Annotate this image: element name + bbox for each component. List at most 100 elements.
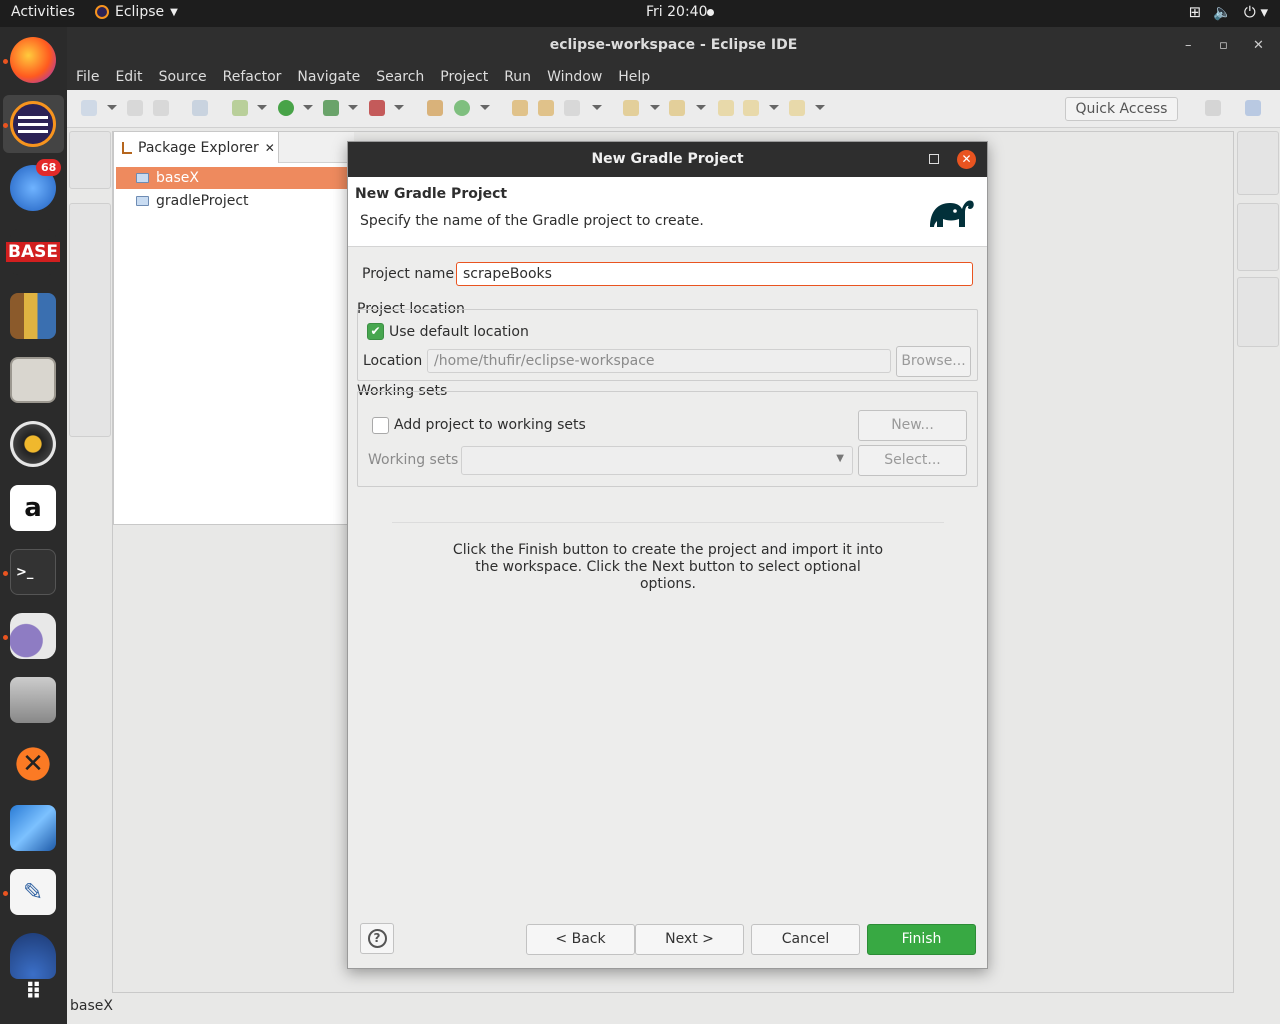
system-tray[interactable]: ⊞ 🔈 ⏻ ▾ xyxy=(1189,3,1268,21)
minimize-icon[interactable]: – xyxy=(1185,27,1192,64)
running-indicator xyxy=(3,59,8,64)
external-tools-dropdown-icon[interactable] xyxy=(394,105,404,110)
next-button[interactable]: Next > xyxy=(635,924,744,955)
run-icon[interactable] xyxy=(278,100,294,116)
menu-navigate[interactable]: Navigate xyxy=(297,64,360,90)
java-perspective-icon[interactable] xyxy=(1245,100,1261,116)
search-dropdown-icon[interactable] xyxy=(592,105,602,110)
back-dropdown-icon[interactable] xyxy=(769,105,779,110)
save-all-icon[interactable] xyxy=(153,100,169,116)
external-tools-icon[interactable] xyxy=(369,100,385,116)
menu-file[interactable]: File xyxy=(76,64,99,90)
dialog-maximize-icon[interactable] xyxy=(929,154,939,164)
right-trim-stack-1 xyxy=(1237,131,1279,195)
new-java-class-icon[interactable] xyxy=(454,100,470,116)
forward-dropdown-icon[interactable] xyxy=(815,105,825,110)
last-edit-icon[interactable] xyxy=(718,100,734,116)
prev-annotation-dropdown-icon[interactable] xyxy=(696,105,706,110)
network-icon[interactable]: ⊞ xyxy=(1189,3,1202,21)
amazon-icon[interactable]: a xyxy=(10,485,56,531)
app-menu[interactable]: Eclipse ▼ xyxy=(95,4,178,20)
volume-icon[interactable]: 🔈 xyxy=(1213,3,1232,21)
project-name-input[interactable]: scrapeBooks xyxy=(456,262,973,286)
tree-item-label: baseX xyxy=(156,170,199,186)
rhythmbox-icon[interactable] xyxy=(10,421,56,467)
virtualbox-icon[interactable] xyxy=(10,805,56,851)
run-dropdown-icon[interactable] xyxy=(303,105,313,110)
new-java-package-icon[interactable] xyxy=(427,100,443,116)
window-titlebar: eclipse-workspace - Eclipse IDE – ▫ ✕ xyxy=(67,27,1280,64)
next-annotation-dropdown-icon[interactable] xyxy=(650,105,660,110)
maximize-icon[interactable]: ▫ xyxy=(1219,27,1228,64)
open-type-icon[interactable] xyxy=(512,100,528,116)
menu-search[interactable]: Search xyxy=(376,64,424,90)
location-input[interactable]: /home/thufir/eclipse-workspace xyxy=(427,349,891,373)
power-icon[interactable]: ⏻ ▾ xyxy=(1244,3,1268,21)
menu-help[interactable]: Help xyxy=(618,64,650,90)
terminal-icon[interactable]: >_ xyxy=(10,549,56,595)
working-sets-combo[interactable]: ▼ xyxy=(461,446,853,475)
next-annotation-icon[interactable] xyxy=(623,100,639,116)
prev-annotation-icon[interactable] xyxy=(669,100,685,116)
menu-refactor[interactable]: Refactor xyxy=(223,64,282,90)
coverage-dropdown-icon[interactable] xyxy=(348,105,358,110)
menu-edit[interactable]: Edit xyxy=(115,64,142,90)
back-button[interactable]: < Back xyxy=(526,924,635,955)
menu-window[interactable]: Window xyxy=(547,64,602,90)
coverage-icon[interactable] xyxy=(323,100,339,116)
installer-icon[interactable] xyxy=(10,677,56,723)
debug-dropdown-icon[interactable] xyxy=(257,105,267,110)
cancel-button[interactable]: Cancel xyxy=(751,924,860,955)
show-apps-icon[interactable]: ⠿ xyxy=(10,969,56,1015)
chevron-down-icon: ▼ xyxy=(836,453,844,464)
new-icon[interactable] xyxy=(81,100,97,116)
calibre-icon[interactable] xyxy=(10,293,56,339)
open-task-icon[interactable] xyxy=(538,100,554,116)
close-icon[interactable]: ✕ xyxy=(1253,27,1264,64)
browse-button[interactable]: Browse... xyxy=(896,346,971,377)
firefox-icon[interactable] xyxy=(10,37,56,83)
finish-button[interactable]: Finish xyxy=(867,924,976,955)
eclipse-icon[interactable] xyxy=(10,101,56,147)
menu-project[interactable]: Project xyxy=(440,64,488,90)
select-working-sets-button[interactable]: Select... xyxy=(858,445,967,476)
new-dropdown-icon[interactable] xyxy=(107,105,117,110)
skip-breakpoints-icon[interactable] xyxy=(192,100,208,116)
save-icon[interactable] xyxy=(127,100,143,116)
location-label: Location xyxy=(363,353,423,369)
forward-icon[interactable] xyxy=(789,100,805,116)
status-text: baseX xyxy=(70,998,113,1014)
debug-icon[interactable] xyxy=(232,100,248,116)
open-perspective-icon[interactable] xyxy=(1205,100,1221,116)
right-trim-stack-2 xyxy=(1237,203,1279,271)
dialog-header-description: Specify the name of the Gradle project t… xyxy=(360,213,704,229)
clock[interactable]: Fri 20:40 xyxy=(646,4,707,20)
back-icon[interactable] xyxy=(743,100,759,116)
basex-icon[interactable]: BASE xyxy=(6,229,60,275)
pidgin-icon[interactable] xyxy=(10,613,56,659)
left-trim-stack-1 xyxy=(69,131,111,189)
close-tab-icon[interactable]: ✕ xyxy=(265,141,275,155)
quick-access-input[interactable]: Quick Access xyxy=(1065,97,1178,121)
xampp-icon[interactable]: ✕ xyxy=(10,741,56,787)
tree-item-basex[interactable]: baseX xyxy=(116,167,350,189)
menu-run[interactable]: Run xyxy=(504,64,531,90)
running-indicator xyxy=(3,891,8,896)
tab-package-explorer[interactable]: Package Explorer ✕ xyxy=(114,132,279,163)
activities-button[interactable]: Activities xyxy=(11,4,75,20)
help-button[interactable]: ? xyxy=(360,923,394,954)
project-name-label: Project name xyxy=(362,266,455,282)
tree-item-label: gradleProject xyxy=(156,193,249,209)
use-default-location-label: Use default location xyxy=(389,324,529,340)
dialog-close-icon[interactable]: ✕ xyxy=(957,150,976,169)
dialog-titlebar: New Gradle Project xyxy=(348,142,987,177)
text-editor-icon[interactable]: ✎ xyxy=(10,869,56,915)
menu-source[interactable]: Source xyxy=(159,64,207,90)
new-working-set-button[interactable]: New... xyxy=(858,410,967,441)
files-icon[interactable] xyxy=(10,357,56,403)
tree-item-gradleproject[interactable]: gradleProject xyxy=(116,190,350,212)
search-icon[interactable] xyxy=(564,100,580,116)
new-class-dropdown-icon[interactable] xyxy=(480,105,490,110)
use-default-location-checkbox[interactable]: ✔ xyxy=(367,323,384,340)
add-to-working-sets-checkbox[interactable] xyxy=(372,417,389,434)
